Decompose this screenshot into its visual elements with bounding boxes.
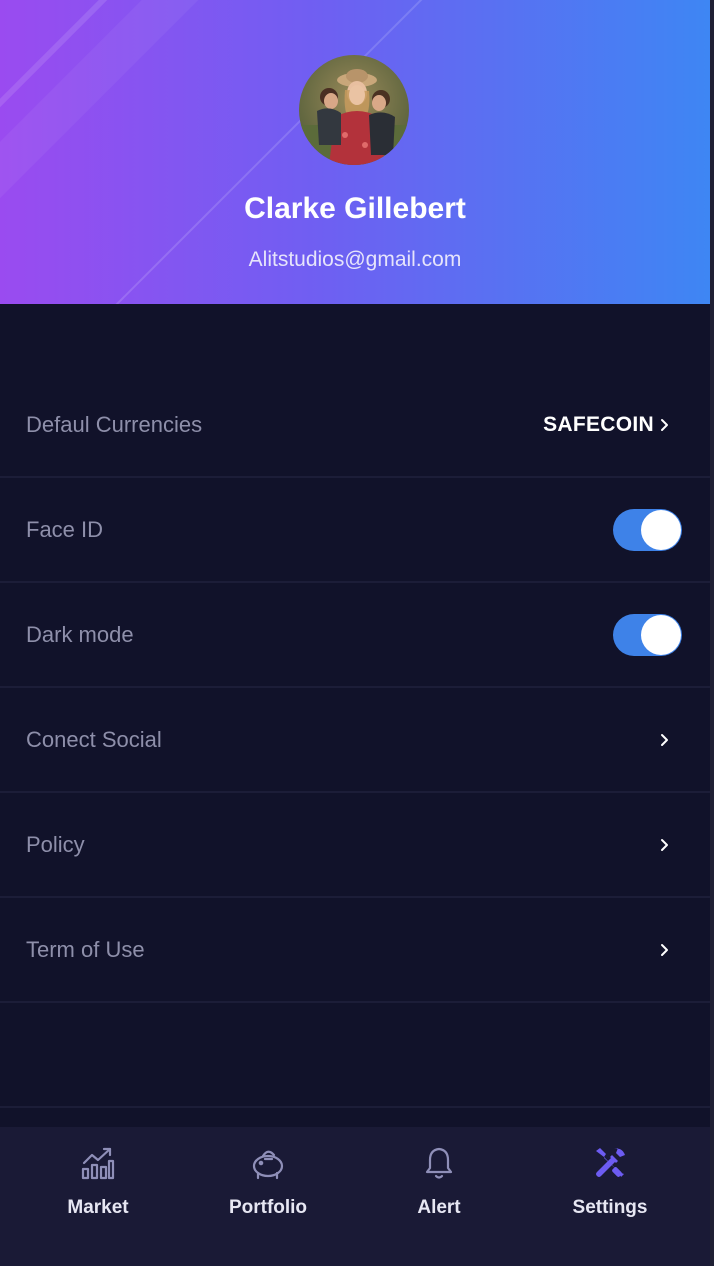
tab-market[interactable]: Market [13, 1127, 183, 1266]
default-currency-value: SAFECOIN [543, 412, 654, 436]
tab-label: Market [67, 1197, 129, 1218]
tab-label: Settings [572, 1197, 648, 1218]
chevron-right-icon [661, 838, 668, 851]
bell-icon [425, 1147, 453, 1179]
tab-portfolio[interactable]: Portfolio [183, 1127, 353, 1266]
settings-screen: Clarke Gillebert Alitstudios@gmail.com D… [0, 0, 714, 1266]
bottom-tab-bar: Market Portfolio Alert Settings [0, 1127, 710, 1266]
tab-label: Portfolio [228, 1197, 308, 1218]
dark-mode-label: Dark mode [26, 621, 134, 647]
avatar[interactable] [299, 55, 409, 165]
settings-list: Defaul Currencies SAFECOIN Face ID Dark … [0, 373, 710, 1003]
terms-row[interactable]: Term of Use [0, 898, 710, 1003]
chevron-right-icon [661, 733, 668, 746]
tab-settings[interactable]: Settings [525, 1127, 695, 1266]
avatar-photo [299, 55, 409, 165]
terms-label: Term of Use [26, 936, 145, 962]
piggy-bank-icon [252, 1150, 284, 1180]
chevron-right-icon [661, 418, 668, 431]
policy-row[interactable]: Policy [0, 793, 710, 898]
divider [0, 1106, 710, 1108]
toggle-knob [641, 614, 681, 655]
toggle-knob [641, 509, 681, 550]
default-currency-label: Defaul Currencies [26, 411, 203, 437]
tab-alert[interactable]: Alert [354, 1127, 524, 1266]
face-id-label: Face ID [26, 516, 104, 542]
dark-mode-toggle[interactable] [613, 613, 682, 656]
face-id-row: Face ID [0, 478, 710, 583]
connect-social-label: Conect Social [26, 726, 162, 752]
face-id-toggle[interactable] [613, 508, 682, 551]
dark-mode-row: Dark mode [0, 583, 710, 688]
tools-icon [596, 1148, 625, 1177]
profile-email: Alitstudios@gmail.com [248, 248, 462, 271]
connect-social-row[interactable]: Conect Social [0, 688, 710, 793]
profile-name: Clarke Gillebert [244, 192, 466, 225]
tab-label: Alert [417, 1197, 461, 1218]
default-currency-row[interactable]: Defaul Currencies SAFECOIN [0, 373, 710, 478]
policy-label: Policy [26, 831, 85, 857]
profile-header: Clarke Gillebert Alitstudios@gmail.com [0, 0, 710, 304]
screen-edge [710, 0, 714, 1266]
chevron-right-icon [661, 943, 668, 956]
chart-icon [81, 1147, 115, 1180]
